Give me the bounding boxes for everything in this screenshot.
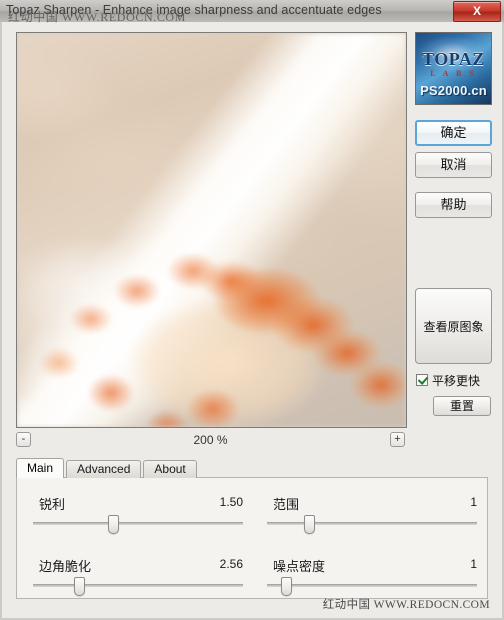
preview-image-content: [17, 33, 406, 427]
slider-value-noise-density: 1: [470, 557, 477, 571]
slider-thumb-noise-density[interactable]: [280, 577, 292, 596]
close-button[interactable]: X: [453, 1, 501, 22]
pan-faster-label: 平移更快: [432, 373, 481, 388]
title-bar: Topaz Sharpen - Enhance image sharpness …: [0, 0, 504, 22]
slider-group-noise-density: 噪点密度 1: [265, 556, 479, 604]
slider-group-radius: 范围 1: [265, 494, 479, 542]
cancel-button[interactable]: 取消: [415, 152, 492, 178]
right-panel: TOPAZ L A B S PS2000.cn 确定 取消 帮助 查看原图象 平…: [412, 32, 496, 492]
topaz-sharpen-window: Topaz Sharpen - Enhance image sharpness …: [0, 0, 504, 620]
slider-thumb-edge-crispening[interactable]: [74, 577, 86, 596]
slider-value-sharpness: 1.50: [219, 495, 243, 509]
tab-bar: Main Advanced About: [16, 458, 199, 478]
slider-track-edge-crispening[interactable]: [33, 577, 243, 596]
slider-value-radius: 1: [470, 495, 477, 509]
image-preview[interactable]: [16, 32, 407, 428]
ok-button[interactable]: 确定: [415, 120, 492, 146]
logo-sub-text: L A B S: [430, 69, 477, 78]
slider-label-edge-crispening: 边角脆化: [39, 559, 92, 574]
slider-value-edge-crispening: 2.56: [219, 557, 243, 571]
tab-about[interactable]: About: [143, 460, 197, 478]
slider-label-noise-density: 噪点密度: [273, 559, 326, 574]
window-title: Topaz Sharpen - Enhance image sharpness …: [6, 3, 382, 17]
tab-advanced[interactable]: Advanced: [66, 460, 142, 478]
main-tab-panel: 锐利 1.50 范围 1 边角脆化 2.56 噪点密度 1: [16, 477, 488, 599]
topaz-labs-logo: TOPAZ L A B S PS2000.cn: [415, 32, 492, 105]
zoom-level-value: 200 %: [193, 433, 228, 447]
slider-group-edge-crispening: 边角脆化 2.56: [31, 556, 245, 604]
slider-track-noise-density[interactable]: [267, 577, 477, 596]
slider-label-radius: 范围: [273, 497, 300, 512]
checkmark-icon[interactable]: [416, 374, 428, 386]
client-area: - 200 % + TOPAZ L A B S PS2000.cn 确定 取消 …: [0, 22, 504, 620]
slider-label-sharpness: 锐利: [39, 497, 66, 512]
slider-track-sharpness[interactable]: [33, 515, 243, 534]
slider-group-sharpness: 锐利 1.50: [31, 494, 245, 542]
reset-button[interactable]: 重置: [433, 396, 491, 416]
slider-thumb-radius[interactable]: [304, 515, 315, 534]
pan-faster-checkbox-row[interactable]: 平移更快: [416, 372, 496, 388]
help-button[interactable]: 帮助: [415, 192, 492, 218]
slider-thumb-sharpness[interactable]: [107, 515, 119, 534]
tab-main[interactable]: Main: [16, 458, 65, 478]
logo-site-text: PS2000.cn: [420, 83, 487, 98]
logo-brand-text: TOPAZ: [422, 49, 485, 69]
zoom-in-button[interactable]: +: [390, 432, 405, 447]
zoom-bar: - 200 % +: [16, 430, 405, 452]
view-original-button[interactable]: 查看原图象: [415, 288, 492, 364]
slider-track-radius[interactable]: [267, 515, 477, 534]
